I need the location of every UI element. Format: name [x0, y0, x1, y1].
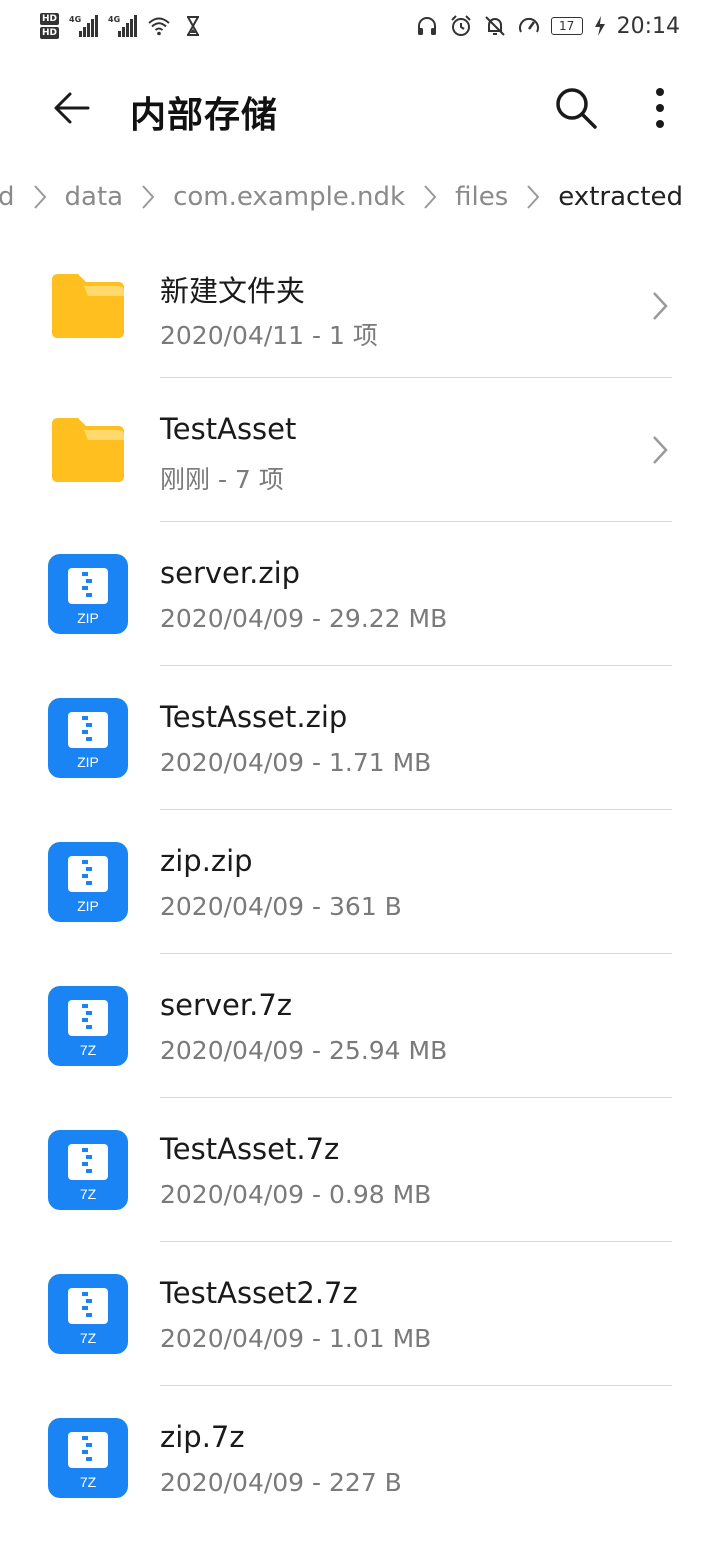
file-name: 新建文件夹: [160, 274, 306, 308]
file-meta: 2020/04/09 - 1.01 MB: [160, 1324, 432, 1353]
headset-icon: [417, 17, 436, 35]
battery-icon: 17: [550, 17, 583, 35]
archive-type-label: ZIP: [77, 754, 99, 770]
file-meta: 2020/04/09 - 1.71 MB: [160, 748, 432, 777]
status-right: 17 20:14: [415, 14, 680, 39]
archive-type-label: ZIP: [77, 898, 99, 914]
file-row[interactable]: ZIP zip.zip 2020/04/09 - 361 B: [0, 810, 720, 954]
archive-icon: 7Z: [48, 1130, 128, 1210]
breadcrumb-item[interactable]: d: [0, 182, 21, 212]
charging-icon: [594, 16, 605, 36]
file-row[interactable]: 7Z zip.7z 2020/04/09 - 227 B: [0, 1386, 720, 1530]
search-icon: [556, 88, 597, 129]
file-name: TestAsset.7z: [160, 1132, 340, 1166]
hd-badges: HD HD: [40, 13, 60, 39]
signal-icon: 4G: [69, 15, 99, 37]
chevron-right-icon: [514, 184, 552, 210]
archive-icon: 7Z: [48, 986, 128, 1066]
folder-row[interactable]: 新建文件夹 2020/04/11 - 1 项: [0, 234, 720, 378]
folder-icon: [48, 410, 128, 490]
arrow-left-icon: [54, 92, 90, 124]
breadcrumb-item[interactable]: com.example.ndk: [167, 182, 411, 212]
file-name: server.zip: [160, 556, 301, 590]
network-label: 4G: [108, 15, 121, 24]
folder-icon: [48, 266, 128, 346]
file-name: server.7z: [160, 988, 293, 1022]
archive-icon: 7Z: [48, 1274, 128, 1354]
status-bar: HD HD 4G 4G 17 20:14: [0, 0, 720, 52]
title-bar: 内部存储: [0, 56, 720, 160]
archive-icon: ZIP: [48, 698, 128, 778]
archive-type-label: 7Z: [79, 1330, 97, 1346]
speedometer-icon: [518, 17, 539, 33]
file-row[interactable]: ZIP TestAsset.zip 2020/04/09 - 1.71 MB: [0, 666, 720, 810]
chevron-right-icon: [411, 184, 449, 210]
file-name: zip.zip: [160, 844, 253, 878]
archive-type-label: ZIP: [77, 610, 99, 626]
hd-badge: HD: [40, 27, 60, 39]
status-left: HD HD 4G 4G: [40, 13, 205, 39]
archive-icon: ZIP: [48, 554, 128, 634]
file-name: TestAsset2.7z: [160, 1276, 358, 1310]
archive-type-label: 7Z: [79, 1474, 97, 1490]
file-meta: 2020/04/09 - 25.94 MB: [160, 1036, 448, 1065]
file-meta: 2020/04/09 - 29.22 MB: [160, 604, 448, 633]
archive-type-label: 7Z: [79, 1186, 97, 1202]
breadcrumb-track: d data com.example.ndk files extracted: [0, 182, 689, 212]
more-vertical-icon: [656, 88, 664, 128]
network-label: 4G: [69, 15, 82, 24]
file-meta: 2020/04/09 - 227 B: [160, 1468, 402, 1497]
wifi-icon: [148, 17, 170, 36]
signal-icon: 4G: [108, 15, 138, 37]
file-row[interactable]: 7Z server.7z 2020/04/09 - 25.94 MB: [0, 954, 720, 1098]
archive-type-label: 7Z: [79, 1042, 97, 1058]
breadcrumb-current: extracted: [558, 182, 683, 212]
alarm-icon: [450, 15, 471, 36]
chevron-right-icon: [648, 290, 672, 322]
battery-level: 17: [558, 19, 575, 33]
hd-badge: HD: [40, 13, 60, 25]
archive-icon: 7Z: [48, 1418, 128, 1498]
file-name: zip.7z: [160, 1420, 245, 1454]
more-options-button[interactable]: [640, 80, 680, 136]
back-button[interactable]: [46, 82, 98, 134]
page-title: 内部存储: [130, 95, 279, 136]
file-meta: 2020/04/11 - 1 项: [160, 321, 378, 350]
breadcrumb-item[interactable]: files: [449, 182, 514, 212]
chevron-right-icon: [648, 434, 672, 466]
file-meta: 2020/04/09 - 0.98 MB: [160, 1180, 432, 1209]
file-name: TestAsset: [160, 412, 297, 446]
file-name: TestAsset.zip: [160, 700, 348, 734]
folder-row[interactable]: TestAsset 刚刚 - 7 项: [0, 378, 720, 522]
mute-icon: [484, 16, 505, 36]
file-row[interactable]: 7Z TestAsset2.7z 2020/04/09 - 1.01 MB: [0, 1242, 720, 1386]
hourglass-icon: [187, 16, 200, 36]
breadcrumb: d data com.example.ndk files extracted: [0, 172, 720, 228]
chevron-right-icon: [129, 184, 167, 210]
chevron-right-icon: [21, 184, 59, 210]
file-list: 新建文件夹 2020/04/11 - 1 项 TestAsset 刚刚 - 7 项 ZI…: [0, 234, 720, 1530]
breadcrumb-item[interactable]: data: [59, 182, 130, 212]
file-row[interactable]: 7Z TestAsset.7z 2020/04/09 - 0.98 MB: [0, 1098, 720, 1242]
clock: 20:14: [616, 13, 680, 39]
search-button[interactable]: [548, 80, 604, 136]
file-meta: 2020/04/09 - 361 B: [160, 892, 402, 921]
file-row[interactable]: ZIP server.zip 2020/04/09 - 29.22 MB: [0, 522, 720, 666]
archive-icon: ZIP: [48, 842, 128, 922]
file-meta: 刚刚 - 7 项: [160, 465, 284, 494]
